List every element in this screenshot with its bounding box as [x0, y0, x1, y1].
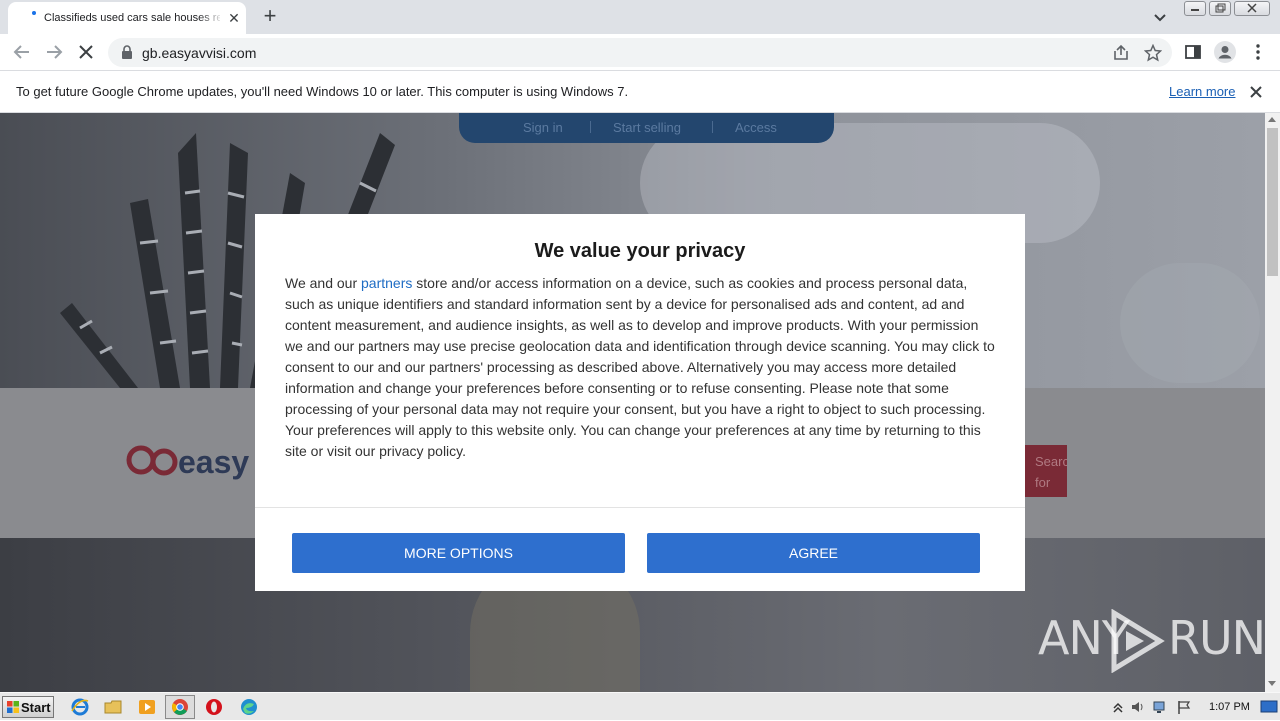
- start-selling-link[interactable]: Start selling: [613, 120, 681, 135]
- consent-divider: [255, 507, 1025, 508]
- anyrun-watermark: ANY RUN: [1038, 609, 1265, 673]
- site-top-nav: Sign in Start selling Access: [459, 113, 834, 143]
- tab-title-fade: [198, 8, 224, 28]
- forward-icon[interactable]: [42, 40, 66, 64]
- infobar-message: To get future Google Chrome updates, you…: [16, 84, 629, 99]
- lock-icon[interactable]: [120, 45, 134, 60]
- consent-title: We value your privacy: [534, 240, 746, 262]
- address-bar[interactable]: gb.easyavvisi.com: [108, 38, 1172, 67]
- scroll-up-icon[interactable]: [1268, 117, 1276, 122]
- restore-button[interactable]: [1209, 1, 1231, 16]
- start-button[interactable]: Start: [2, 696, 54, 718]
- folder-icon[interactable]: [104, 698, 122, 716]
- sign-in-link[interactable]: Sign in: [523, 120, 563, 135]
- browser-tab[interactable]: Classifieds used cars sale houses rent ✕: [8, 2, 246, 34]
- page-scrollbar[interactable]: [1265, 113, 1280, 692]
- learn-more-link[interactable]: Learn more: [1169, 84, 1235, 99]
- close-icon[interactable]: [1247, 83, 1265, 101]
- minimize-button[interactable]: [1184, 1, 1206, 16]
- profile-icon[interactable]: [1214, 41, 1236, 63]
- flag-icon[interactable]: [1176, 699, 1192, 715]
- partners-link[interactable]: partners: [361, 275, 412, 291]
- browser-toolbar: gb.easyavvisi.com: [0, 34, 1280, 71]
- favicon-loading-icon: [32, 11, 36, 15]
- star-icon[interactable]: [1144, 44, 1162, 62]
- svg-text:easy: easy: [178, 444, 249, 480]
- show-hidden-icons-icon[interactable]: [1110, 699, 1126, 715]
- scroll-thumb[interactable]: [1267, 128, 1278, 276]
- tab-close-icon[interactable]: ✕: [226, 10, 242, 26]
- side-panel-icon[interactable]: [1184, 43, 1202, 61]
- opera-icon[interactable]: [205, 698, 223, 716]
- more-options-button[interactable]: MORE OPTIONS: [292, 533, 625, 573]
- search-button[interactable]: Search for: [1025, 445, 1067, 497]
- consent-dialog: We value your privacy We and our partner…: [255, 214, 1025, 591]
- watermark-right-text: RUN: [1168, 611, 1265, 665]
- start-label: Start: [21, 700, 51, 715]
- url-text[interactable]: gb.easyavvisi.com: [142, 45, 256, 61]
- update-infobar: To get future Google Chrome updates, you…: [0, 72, 1280, 113]
- back-icon[interactable]: [10, 40, 34, 64]
- chrome-taskbar-button[interactable]: [165, 695, 195, 719]
- nav-separator: [590, 121, 591, 133]
- media-player-icon[interactable]: [138, 698, 156, 716]
- volume-icon[interactable]: [1130, 699, 1146, 715]
- new-tab-button[interactable]: +: [258, 5, 282, 29]
- network-icon[interactable]: [1152, 699, 1168, 715]
- nav-separator: [712, 121, 713, 133]
- hero-highlight-right: [1120, 263, 1260, 383]
- access-link[interactable]: Access: [735, 120, 777, 135]
- edge-icon[interactable]: [240, 698, 258, 716]
- window-close-button[interactable]: [1234, 1, 1270, 16]
- taskbar: Start 1:07 PM: [0, 692, 1280, 720]
- search-button-line1: Search: [1035, 454, 1067, 469]
- stop-icon[interactable]: [74, 40, 98, 64]
- share-icon[interactable]: [1112, 44, 1130, 62]
- system-tray: [1108, 693, 1280, 721]
- consent-body-text: store and/or access information on a dev…: [285, 275, 995, 459]
- site-logo[interactable]: easy: [126, 440, 266, 480]
- tab-strip: Classifieds used cars sale houses rent ✕…: [0, 0, 1280, 34]
- consent-body-intro: We and our: [285, 275, 362, 291]
- tab-search-icon[interactable]: [1150, 7, 1170, 27]
- chrome-icon: [172, 699, 188, 715]
- show-desktop-icon[interactable]: [1260, 699, 1278, 715]
- menu-icon[interactable]: [1250, 43, 1266, 61]
- clock[interactable]: 1:07 PM: [1209, 701, 1250, 713]
- scroll-down-icon[interactable]: [1268, 681, 1276, 686]
- ie-icon[interactable]: [71, 698, 89, 716]
- consent-body: We and our partners store and/or access …: [285, 273, 997, 462]
- windows-flag-icon: [7, 701, 19, 713]
- play-icon: [1111, 609, 1165, 673]
- search-button-line2: for: [1035, 475, 1051, 490]
- tab-title: Classifieds used cars sale houses rent: [44, 12, 220, 24]
- agree-button[interactable]: AGREE: [647, 533, 980, 573]
